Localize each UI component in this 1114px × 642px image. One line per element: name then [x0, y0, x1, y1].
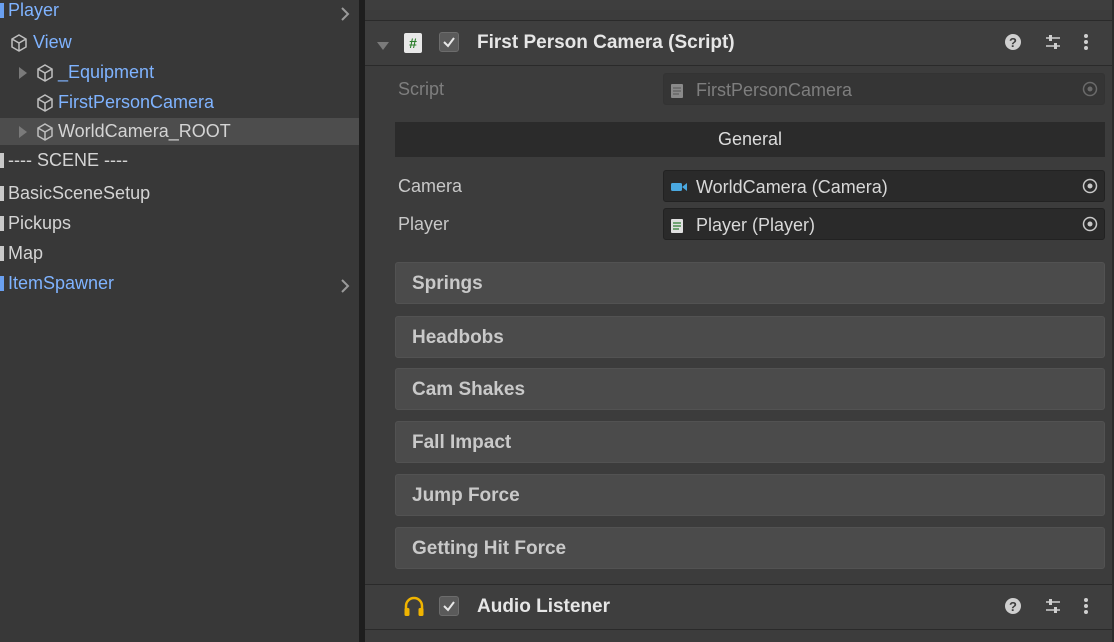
camera-icon — [670, 180, 688, 199]
item-marker — [0, 153, 4, 168]
hierarchy-item-label: _Equipment — [58, 62, 155, 82]
hierarchy-item-label: View — [33, 32, 72, 52]
fold-arrow-icon[interactable] — [18, 126, 28, 138]
item-marker — [0, 246, 4, 261]
camera-value: WorldCamera (Camera) — [696, 177, 888, 197]
script-asset-icon — [670, 83, 684, 104]
presets-icon[interactable] — [1044, 597, 1062, 617]
hierarchy-item-equipment[interactable]: _Equipment — [0, 59, 359, 86]
section-header-general: General — [395, 122, 1105, 157]
fold-arrow-down-icon[interactable] — [377, 38, 389, 56]
foldout-jump-force[interactable]: Jump Force — [395, 474, 1105, 516]
headphones-icon — [403, 596, 425, 623]
hierarchy-item-player[interactable]: Player — [0, 0, 359, 24]
script-icon: # — [403, 32, 423, 59]
hierarchy-item-basicscenesetup[interactable]: BasicSceneSetup — [0, 180, 359, 207]
gameobject-icon — [10, 34, 28, 52]
camera-label: Camera — [398, 176, 463, 196]
svg-text:#: # — [409, 35, 417, 51]
player-label: Player — [398, 214, 450, 234]
foldout-headbobs[interactable]: Headbobs — [395, 316, 1105, 358]
hierarchy-item-label: Pickups — [8, 213, 72, 233]
component-enabled-checkbox[interactable] — [439, 32, 459, 52]
foldout-springs[interactable]: Springs — [395, 262, 1105, 304]
hierarchy-item-label: FirstPersonCamera — [58, 92, 215, 112]
hierarchy-item-label: ---- SCENE ---- — [8, 150, 128, 170]
hierarchy-item-itemspawner[interactable]: ItemSpawner — [0, 270, 359, 297]
svg-text:?: ? — [1009, 35, 1017, 50]
item-marker — [0, 186, 4, 201]
audio-listener-enabled-checkbox[interactable] — [439, 596, 459, 616]
hierarchy-item-firstpersoncamera[interactable]: FirstPersonCamera — [0, 89, 359, 116]
audio-listener-header[interactable]: Audio Listener ? — [365, 584, 1114, 630]
script-value: FirstPersonCamera — [696, 80, 853, 100]
hierarchy-item-label: Player — [8, 0, 60, 20]
hierarchy-item-label: Map — [8, 243, 44, 263]
object-picker-icon[interactable] — [1082, 216, 1098, 237]
script-label: Script — [398, 79, 445, 99]
fold-arrow-icon[interactable] — [18, 67, 28, 79]
foldout-label: Springs — [412, 273, 483, 294]
object-picker-icon — [1082, 81, 1098, 102]
context-menu-icon[interactable] — [1082, 33, 1100, 53]
context-menu-icon[interactable] — [1082, 597, 1100, 617]
foldout-label: Fall Impact — [412, 432, 512, 453]
script-asset-icon — [670, 218, 684, 239]
hierarchy-item-label: ItemSpawner — [8, 273, 115, 293]
foldout-cam-shakes[interactable]: Cam Shakes — [395, 368, 1105, 410]
chevron-right-icon[interactable] — [339, 5, 351, 21]
hierarchy-item-label: BasicSceneSetup — [8, 183, 151, 203]
audio-listener-title: Audio Listener — [477, 596, 611, 617]
svg-text:?: ? — [1009, 599, 1017, 614]
player-value: Player (Player) — [696, 215, 816, 235]
foldout-label: Getting Hit Force — [412, 538, 567, 559]
help-icon[interactable]: ? — [1004, 33, 1022, 53]
component-header[interactable]: # First Person Camera (Script) ? — [365, 20, 1114, 66]
hierarchy-item-view[interactable]: View — [0, 29, 359, 56]
hierarchy-item-label: WorldCamera_ROOT — [58, 121, 231, 141]
component-title: First Person Camera (Script) — [477, 32, 735, 53]
item-marker — [0, 216, 4, 231]
hierarchy-item-scene-separator[interactable]: ---- SCENE ---- — [0, 147, 359, 174]
script-field: FirstPersonCamera — [663, 73, 1105, 105]
gameobject-icon — [36, 94, 54, 112]
prefab-marker — [0, 276, 4, 291]
foldout-label: Jump Force — [412, 485, 520, 506]
inspector-panel: # First Person Camera (Script) ? Script … — [365, 0, 1114, 642]
prefab-marker — [0, 3, 4, 18]
help-icon[interactable]: ? — [1004, 597, 1022, 617]
hierarchy-panel: Player View _Equipment FirstPersonCamera — [0, 0, 359, 642]
chevron-right-icon[interactable] — [339, 277, 351, 293]
foldout-label: Headbobs — [412, 327, 504, 348]
hierarchy-item-map[interactable]: Map — [0, 240, 359, 267]
foldout-label: Cam Shakes — [412, 379, 526, 400]
presets-icon[interactable] — [1044, 33, 1062, 53]
gameobject-icon — [36, 123, 54, 141]
foldout-fall-impact[interactable]: Fall Impact — [395, 421, 1105, 463]
gameobject-icon — [36, 64, 54, 82]
foldout-getting-hit-force[interactable]: Getting Hit Force — [395, 527, 1105, 569]
player-field[interactable]: Player (Player) — [663, 208, 1105, 240]
camera-field[interactable]: WorldCamera (Camera) — [663, 170, 1105, 202]
hierarchy-item-worldcamera-root[interactable]: WorldCamera_ROOT — [0, 118, 359, 145]
previous-component-header — [365, 0, 1114, 10]
object-picker-icon[interactable] — [1082, 178, 1098, 199]
hierarchy-item-pickups[interactable]: Pickups — [0, 210, 359, 237]
